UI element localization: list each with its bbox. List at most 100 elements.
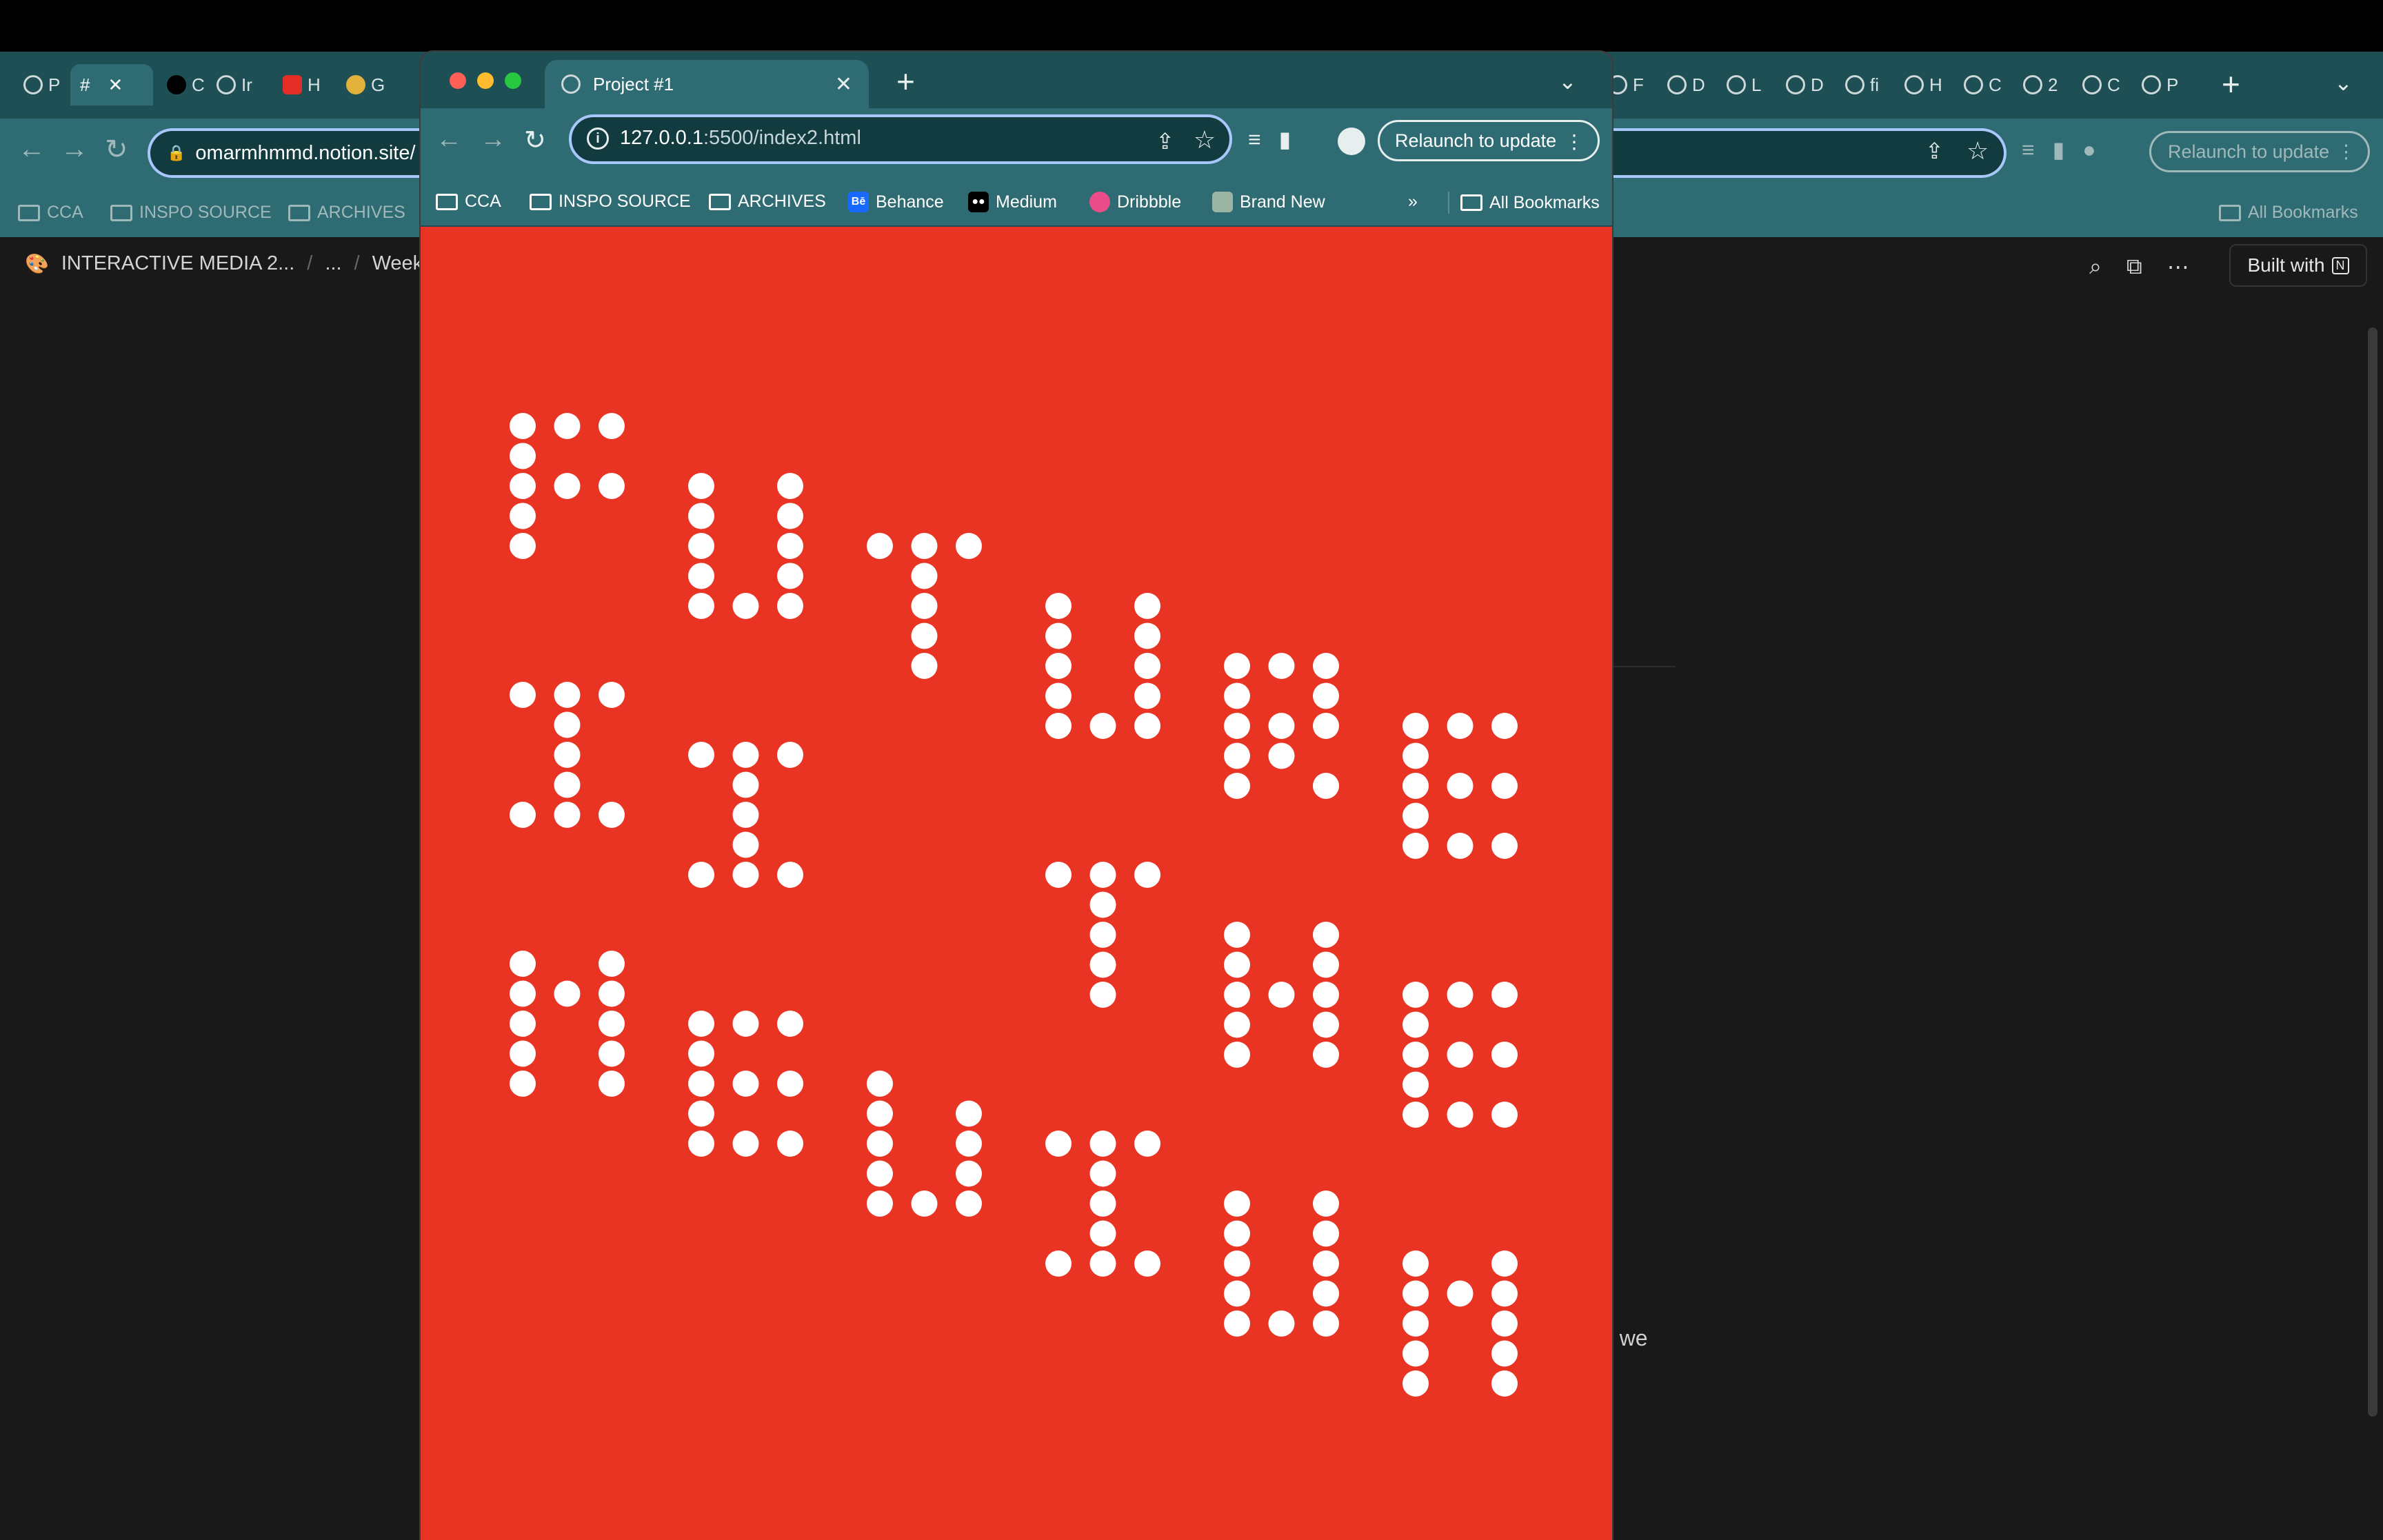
all-bookmarks[interactable]: All Bookmarks [2219, 203, 2358, 223]
bookmark-folder[interactable]: CCA [436, 192, 501, 212]
matrix-dot [599, 682, 625, 708]
back-tab[interactable]: C [2073, 64, 2122, 105]
matrix-dot [777, 742, 803, 768]
back-tab[interactable]: fi [1836, 64, 1885, 105]
back-arrow-icon[interactable]: ← [18, 134, 46, 165]
close-tab-icon[interactable]: ✕ [835, 72, 852, 97]
matrix-dot [1447, 982, 1474, 1008]
more-icon[interactable]: ⋮ [1565, 130, 1584, 153]
back-tab[interactable]: Ir [207, 64, 257, 105]
back-tab-active[interactable]: # ✕ [70, 64, 153, 105]
back-tab[interactable]: H [1895, 64, 1944, 105]
bookmark-folder[interactable]: ARCHIVES [288, 203, 405, 223]
forward-arrow-icon[interactable]: → [61, 134, 88, 165]
matrix-dot [688, 862, 714, 888]
bookmark-medium[interactable]: ●● Medium [968, 192, 1057, 212]
matrix-dot [1045, 622, 1072, 649]
tab-project-1[interactable]: Project #1 ✕ [545, 60, 869, 108]
matrix-dot [510, 503, 536, 529]
matrix-dot [688, 503, 714, 529]
tab-search-chevron-icon[interactable]: ⌄ [2334, 70, 2353, 96]
more-icon[interactable]: ⋯ [2167, 254, 2189, 280]
share-icon[interactable]: ⇪ [1925, 138, 1944, 164]
address-bar[interactable]: i 127.0.0.1:5500/index2.html ⇪ ☆ [569, 114, 1232, 164]
bookmark-brand-new[interactable]: Brand New [1212, 192, 1325, 212]
bookmark-star-icon[interactable]: ☆ [1194, 125, 1216, 154]
matrix-dot [1402, 1011, 1429, 1038]
matrix-dot [1491, 1250, 1518, 1277]
back-arrow-icon[interactable]: ← [436, 125, 462, 154]
more-icon[interactable]: ⋮ [2337, 141, 2355, 163]
palette-icon: 🎨 [25, 253, 49, 274]
new-tab-button[interactable]: + [2222, 65, 2240, 103]
relaunch-button[interactable]: Relaunch to update ⋮ [1378, 120, 1600, 161]
bookmark-folder[interactable]: CCA [18, 203, 83, 223]
back-tab[interactable]: 2 [2013, 64, 2063, 105]
reload-icon[interactable]: ↻ [105, 134, 128, 165]
bookmark-dribbble[interactable]: Dribbble [1089, 192, 1181, 212]
back-tab[interactable]: D [1658, 64, 1707, 105]
search-icon[interactable]: ⌕ [2089, 254, 2102, 280]
bookmark-folder[interactable]: INSPO SOURCE [530, 192, 691, 212]
bookmark-star-icon[interactable]: ☆ [1967, 136, 1989, 165]
bookmarks-overflow-chevron[interactable]: » [1408, 192, 1418, 212]
back-tab[interactable]: H [273, 64, 323, 105]
dribbble-icon [1089, 192, 1110, 212]
matrix-dot [1491, 713, 1518, 739]
share-icon[interactable]: ⇪ [1156, 128, 1174, 154]
back-omnibox[interactable]: 🔒 omarmhmmd.notion.site/ [148, 128, 437, 178]
matrix-dot [554, 802, 581, 828]
back-tab[interactable]: C [157, 64, 207, 105]
back-tab[interactable]: G [336, 64, 386, 105]
bookmark-folder[interactable]: ARCHIVES [709, 192, 826, 212]
matrix-dot [911, 653, 938, 679]
matrix-dot [1402, 713, 1429, 739]
matrix-dot [1134, 653, 1160, 679]
toolbar-icons[interactable]: ≡▮ [1248, 126, 1309, 152]
site-icon [1667, 75, 1687, 94]
forward-arrow-icon[interactable]: → [480, 125, 506, 154]
matrix-dot [777, 862, 803, 888]
profile-avatar-icon[interactable] [1338, 128, 1365, 155]
matrix-dot [1491, 1042, 1518, 1068]
matrix-dot [1491, 1102, 1518, 1128]
close-icon[interactable]: ✕ [108, 74, 123, 96]
back-tab[interactable]: C [1954, 64, 2004, 105]
medium-icon: ●● [968, 192, 989, 212]
info-icon[interactable]: i [587, 128, 609, 150]
bookmark-folder[interactable]: INSPO SOURCE [110, 203, 272, 223]
close-window-button[interactable] [450, 72, 466, 89]
duplicate-icon[interactable]: ⧉ [2126, 254, 2142, 280]
tab-search-chevron-icon[interactable]: ⌄ [1558, 68, 1577, 94]
relaunch-button[interactable]: Relaunch to update ⋮ [2149, 131, 2370, 172]
matrix-dot [688, 533, 714, 559]
scrollbar[interactable] [2368, 327, 2377, 1417]
matrix-dot [1224, 682, 1250, 709]
minimize-window-button[interactable] [477, 72, 494, 89]
matrix-dot [688, 563, 714, 589]
back-toolbar-icons[interactable]: ≡▮● [2022, 136, 2114, 163]
reload-icon[interactable]: ↻ [524, 125, 546, 156]
matrix-dot [1402, 1280, 1429, 1307]
breadcrumb-item[interactable]: ... [325, 252, 341, 275]
matrix-dot [1045, 593, 1072, 619]
folder-icon [110, 204, 132, 221]
bookmark-behance[interactable]: Bē Behance [848, 192, 944, 212]
matrix-dot [732, 831, 759, 858]
back-tab[interactable]: P [14, 64, 63, 105]
back-tab[interactable]: D [1776, 64, 1826, 105]
built-with-notion-button[interactable]: Built with N [2229, 244, 2367, 287]
matrix-dot [956, 533, 982, 559]
matrix-dot [732, 862, 759, 888]
back-tab[interactable]: P [2132, 64, 2182, 105]
matrix-dot [688, 1100, 714, 1127]
all-bookmarks[interactable]: All Bookmarks [1448, 192, 1600, 214]
breadcrumb-item[interactable]: INTERACTIVE MEDIA 2... [61, 252, 294, 275]
new-tab-button[interactable]: + [896, 63, 915, 100]
matrix-dot [1402, 833, 1429, 859]
github-icon [167, 75, 186, 94]
matrix-dot [911, 563, 938, 589]
zoom-window-button[interactable] [505, 72, 521, 89]
back-tab[interactable]: L [1717, 64, 1767, 105]
matrix-dot [599, 413, 625, 439]
